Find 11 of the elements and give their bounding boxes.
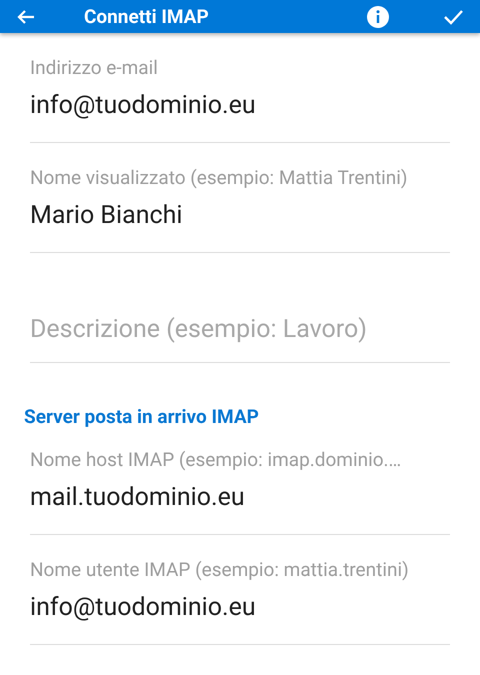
input-field[interactable]: Mario Bianchi [30, 201, 182, 230]
info-icon[interactable] [366, 4, 390, 28]
field-label: Indirizzo e-mail [30, 56, 158, 79]
field-label: Nome host IMAP (esempio: imap.dominio.… [30, 448, 402, 471]
section-title: Server posta in arrivo IMAP [24, 405, 259, 428]
field-label: Nome utente IMAP (esempio: mattia.trentini) [30, 558, 409, 581]
input-field[interactable]: info@tuodominio.eu [30, 91, 256, 120]
input-field[interactable]: mail.tuodominio.eu [30, 483, 245, 512]
input-field[interactable]: info@tuodominio.eu [30, 593, 256, 622]
screen-title: Connetti IMAP [84, 6, 210, 28]
field-label: Nome visualizzato (esempio: Mattia Trentini) [30, 166, 408, 189]
